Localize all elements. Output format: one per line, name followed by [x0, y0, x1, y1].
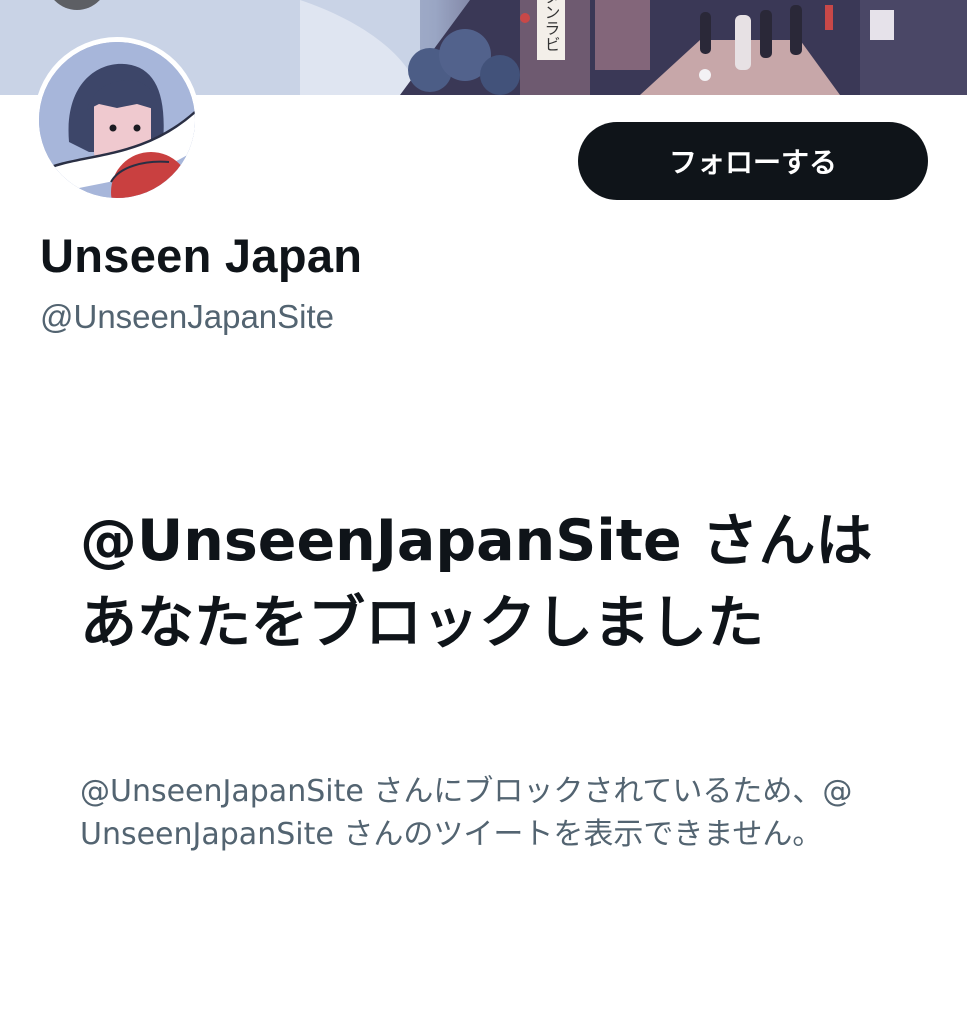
blocked-notice-description: @UnseenJapanSite さんにブロックされているため、@UnseenJ… — [80, 774, 853, 852]
profile-display-name: Unseen Japan — [40, 229, 363, 282]
profile-handle: @UnseenJapanSite — [40, 298, 335, 335]
blocked-notice-title: @UnseenJapanSite さんはあなたをブロックしました — [80, 508, 873, 656]
avatar-image — [39, 42, 195, 198]
follow-button[interactable]: フォローする — [578, 122, 928, 200]
avatar[interactable] — [34, 37, 200, 203]
banner-sign-text: ダンラビ — [542, 0, 561, 52]
